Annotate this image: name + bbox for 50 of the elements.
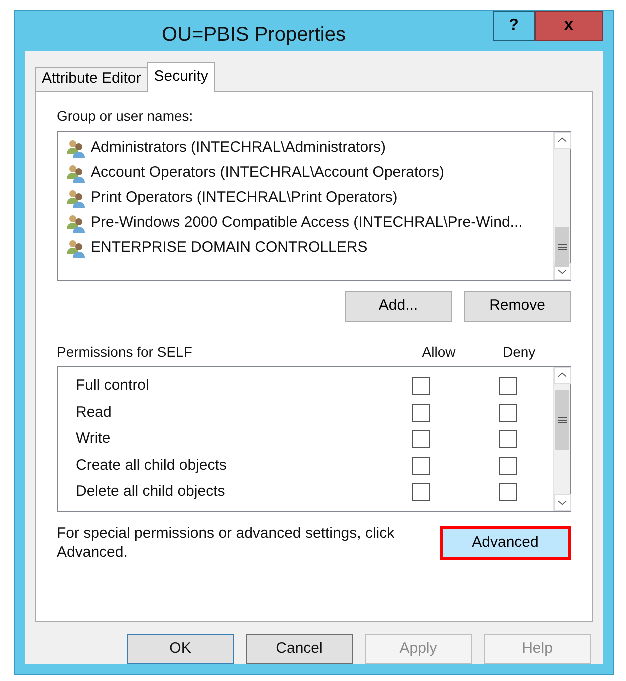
permission-name: Write [76,429,112,449]
group-list-item[interactable]: Administrators (INTECHRAL\Administrators) [91,137,386,160]
users-icon [66,188,88,208]
users-icon [66,138,88,158]
scrollbar[interactable] [553,367,570,511]
users-icon [66,214,88,234]
permission-name: Read [76,402,113,422]
group-list[interactable] [57,131,571,281]
checkbox[interactable] [499,456,517,475]
scroll-down-icon[interactable] [554,494,571,511]
permission-name: Full control [76,376,150,396]
group-list-item[interactable]: Account Operators (INTECHRAL\Account Operators) [91,162,444,185]
grip-icon [558,416,566,424]
dialog-button[interactable]: Cancel [246,634,353,664]
window-title: OU=PBIS Properties [161,23,347,48]
close-button[interactable]: x [535,11,603,41]
users-icon [66,164,88,184]
advanced-button[interactable]: Advanced [440,526,571,560]
tab[interactable]: Attribute Editor [35,67,148,91]
checkbox[interactable] [499,404,517,422]
advanced-hint: For special permissions or advanced settings, click Advanced. [57,524,396,562]
help-button[interactable]: ? [493,11,535,41]
dialog-button[interactable]: OK [127,634,234,664]
list-action-button[interactable]: Add... [345,291,452,322]
scroll-thumb[interactable] [555,390,569,450]
checkbox[interactable] [412,430,430,448]
scrollbar[interactable] [553,132,570,280]
checkbox[interactable] [412,404,430,422]
checkbox[interactable] [412,483,430,502]
group-list-label: Group or user names: [57,107,194,126]
checkbox[interactable] [499,430,517,448]
permission-name: Create all child objects [76,456,228,476]
grip-icon [558,244,566,250]
users-icon [66,238,88,258]
checkbox[interactable] [499,483,517,502]
scroll-thumb[interactable] [555,227,569,267]
group-list-item[interactable]: ENTERPRISE DOMAIN CONTROLLERS [91,237,368,260]
tab[interactable]: Security [147,62,216,92]
scroll-up-icon[interactable] [554,132,571,149]
column-header: Allow [421,343,457,362]
group-list-item[interactable]: Pre-Windows 2000 Compatible Access (INTECHRAL\Pre-Wind... [91,212,523,235]
scroll-up-icon[interactable] [554,367,571,384]
column-header: Deny [502,343,537,362]
checkbox[interactable] [412,456,430,475]
group-list-item[interactable]: Print Operators (INTECHRAL\Print Operators) [91,187,398,210]
permissions-label: Permissions for SELF [57,343,194,362]
checkbox[interactable] [499,377,517,396]
permission-name: Delete all child objects [76,482,226,502]
checkbox[interactable] [412,377,430,396]
list-action-button[interactable]: Remove [464,291,571,322]
